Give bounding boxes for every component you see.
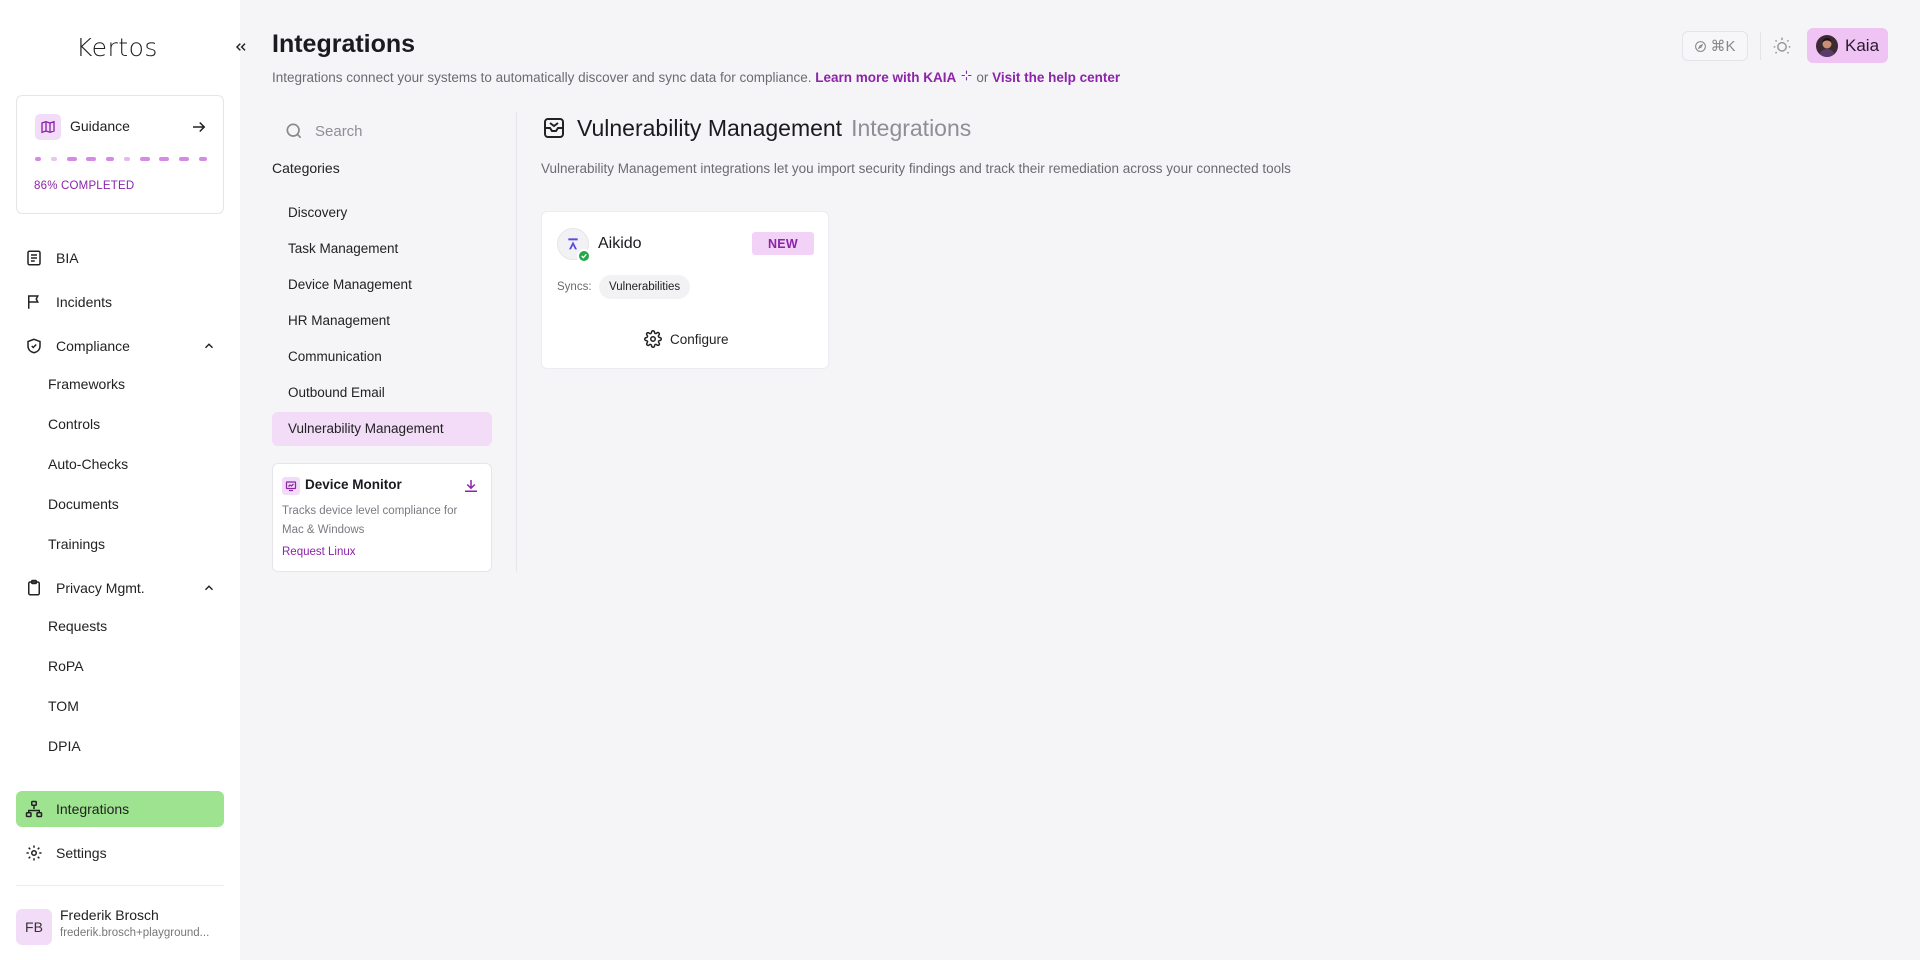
bug-report-icon[interactable] [1770, 34, 1794, 58]
help-center-link[interactable]: Visit the help center [992, 70, 1120, 85]
guidance-status: 86% COMPLETED [34, 180, 135, 192]
section-header: Vulnerability Management Integrations [541, 112, 971, 144]
user-name: Frederik Brosch [60, 907, 159, 923]
sidebar-item-compliance[interactable]: Compliance [16, 328, 224, 364]
connected-check-icon [577, 249, 591, 263]
user-profile[interactable]: FB Frederik Brosch frederik.brosch+playg… [16, 907, 224, 949]
configure-button[interactable]: Configure [643, 328, 729, 350]
category-device-management[interactable]: Device Management [272, 268, 492, 302]
search-icon [286, 123, 302, 139]
categories-title: Categories [272, 160, 340, 176]
gear-icon [643, 329, 663, 349]
clipboard-icon [24, 578, 44, 598]
learn-more-kaia-link[interactable]: Learn more with KAIA [815, 70, 972, 85]
category-vulnerability-management[interactable]: Vulnerability Management [272, 412, 492, 446]
search-box[interactable] [272, 114, 492, 148]
category-task-management[interactable]: Task Management [272, 232, 492, 266]
sidebar-subitem-trainings[interactable]: Trainings [48, 532, 105, 556]
kaia-assistant-button[interactable]: Kaia [1807, 28, 1888, 63]
network-icon [24, 799, 44, 819]
sidebar-subitem-ropa[interactable]: RoPA [48, 654, 84, 678]
kertos-logo[interactable]: Kertos [76, 33, 158, 62]
topbar-divider [1760, 32, 1761, 60]
category-discovery[interactable]: Discovery [272, 196, 492, 230]
collapse-sidebar-icon[interactable] [230, 36, 252, 58]
sidebar-item-incidents[interactable]: Incidents [16, 284, 224, 320]
sidebar-subitem-dpia[interactable]: DPIA [48, 734, 81, 758]
guidance-progress [35, 157, 207, 162]
sidebar-item-settings[interactable]: Settings [16, 835, 224, 871]
sparkle-icon [961, 70, 971, 81]
chevron-up-icon[interactable] [200, 337, 218, 355]
sidebar-item-label: Settings [56, 845, 107, 861]
request-linux-link[interactable]: Request Linux [282, 546, 356, 558]
monitor-icon [282, 477, 300, 495]
map-icon [35, 114, 61, 140]
device-monitor-title: Device Monitor [305, 477, 402, 492]
sidebar-item-label: Integrations [56, 801, 130, 817]
chevron-up-icon[interactable] [200, 579, 218, 597]
section-title: Vulnerability Management [577, 114, 843, 141]
column-divider [516, 112, 517, 572]
configure-label: Configure [670, 331, 729, 347]
sidebar-item-label: Privacy Mgmt. [56, 580, 145, 596]
syncs-label: Syncs: [557, 281, 592, 293]
sidebar-subitem-auto-checks[interactable]: Auto-Checks [48, 452, 128, 476]
sync-chip: Vulnerabilities [599, 275, 691, 299]
device-monitor-card: Device Monitor Tracks device level compl… [272, 463, 492, 572]
arrow-right-icon[interactable] [188, 116, 210, 138]
sidebar: Kertos Guidance 86% COMPLETED BIA Incide… [0, 0, 240, 960]
page-title: Integrations [272, 30, 416, 58]
document-list-icon [24, 248, 44, 268]
sidebar-item-integrations[interactable]: Integrations [16, 791, 224, 827]
shield-check-icon [24, 336, 44, 356]
integration-card-aikido[interactable]: Aikido NEW Syncs: Vulnerabilities Config… [541, 211, 829, 369]
compass-icon [1695, 40, 1707, 52]
flag-icon [24, 292, 44, 312]
section-subtitle: Integrations [851, 114, 972, 141]
sidebar-item-privacy[interactable]: Privacy Mgmt. [16, 570, 224, 606]
category-hr-management[interactable]: HR Management [272, 304, 492, 338]
page-desc-or: or [976, 70, 989, 85]
category-outbound-email[interactable]: Outbound Email [272, 376, 492, 410]
sidebar-subitem-tom[interactable]: TOM [48, 694, 79, 718]
sidebar-subitem-controls[interactable]: Controls [48, 412, 100, 436]
command-palette-button[interactable]: ⌘K [1682, 31, 1748, 61]
guidance-card[interactable]: Guidance 86% COMPLETED [16, 95, 224, 214]
sidebar-subitem-frameworks[interactable]: Frameworks [48, 372, 125, 396]
page-desc-text: Integrations connect your systems to aut… [272, 70, 812, 85]
user-email: frederik.brosch+playground... [60, 927, 210, 939]
sidebar-item-label: BIA [56, 250, 79, 266]
search-input[interactable] [315, 122, 485, 140]
page-description: Integrations connect your systems to aut… [272, 69, 1120, 85]
device-monitor-description: Tracks device level compliance for Mac &… [282, 505, 458, 536]
sidebar-divider [16, 885, 224, 886]
category-communication[interactable]: Communication [272, 340, 492, 374]
avatar: FB [16, 909, 52, 945]
sidebar-item-label: Compliance [56, 338, 130, 354]
sidebar-item-bia[interactable]: BIA [16, 240, 224, 276]
download-icon[interactable] [460, 475, 482, 497]
sidebar-item-label: Incidents [56, 294, 113, 310]
shortcut-label: ⌘K [1710, 38, 1736, 55]
integration-name: Aikido [598, 235, 642, 252]
gear-icon [24, 843, 44, 863]
sidebar-subitem-requests[interactable]: Requests [48, 614, 107, 638]
kaia-label: Kaia [1845, 35, 1880, 55]
guidance-label: Guidance [70, 118, 130, 134]
new-badge: NEW [752, 232, 814, 255]
section-description: Vulnerability Management integrations le… [541, 161, 1291, 176]
kaia-avatar [1816, 34, 1838, 57]
inbox-icon [541, 115, 567, 141]
sidebar-subitem-documents[interactable]: Documents [48, 492, 119, 516]
